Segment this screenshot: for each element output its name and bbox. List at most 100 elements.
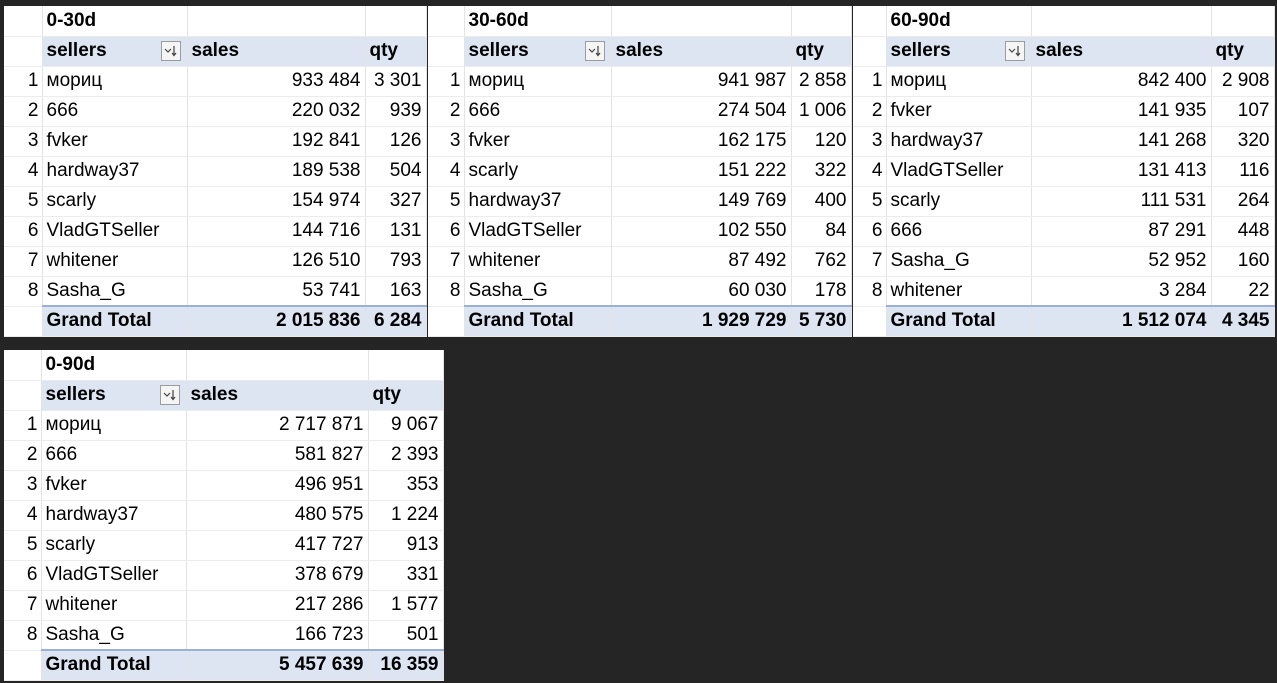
grand-total-sales[interactable]: 2 015 836 (187, 305, 366, 337)
sales-cell[interactable]: 87 291 (1031, 216, 1212, 247)
qty-cell[interactable]: 504 (365, 156, 427, 187)
sales-header[interactable]: sales (1031, 36, 1212, 67)
qty-cell[interactable]: 116 (1211, 156, 1275, 187)
sales-cell[interactable]: 141 935 (1031, 96, 1212, 127)
qty-cell[interactable]: 160 (1211, 246, 1275, 277)
seller-cell[interactable]: fvker (464, 126, 612, 157)
sort-filter-button[interactable] (160, 41, 181, 61)
qty-cell[interactable]: 9 067 (368, 410, 444, 441)
seller-cell[interactable]: VladGTSeller (886, 156, 1032, 187)
qty-cell[interactable]: 501 (368, 620, 444, 651)
qty-header[interactable]: qty (1211, 36, 1275, 67)
seller-cell[interactable]: fvker (41, 470, 187, 501)
sales-cell[interactable]: 2 717 871 (186, 410, 369, 441)
seller-cell[interactable]: мориц (41, 410, 187, 441)
seller-cell[interactable]: hardway37 (41, 500, 187, 531)
qty-cell[interactable]: 1 577 (368, 590, 444, 621)
pivot-title[interactable]: 0-90d (41, 350, 187, 381)
sellers-header[interactable]: sellers (464, 36, 612, 67)
qty-cell[interactable]: 1 006 (791, 96, 852, 127)
qty-cell[interactable]: 793 (365, 246, 427, 277)
qty-cell[interactable]: 322 (791, 156, 852, 187)
seller-cell[interactable]: 666 (886, 216, 1032, 247)
sales-cell[interactable]: 217 286 (186, 590, 369, 621)
sales-cell[interactable]: 141 268 (1031, 126, 1212, 157)
sales-cell[interactable]: 131 413 (1031, 156, 1212, 187)
sales-cell[interactable]: 378 679 (186, 560, 369, 591)
qty-cell[interactable]: 131 (365, 216, 427, 247)
qty-cell[interactable]: 327 (365, 186, 427, 217)
sales-header[interactable]: sales (611, 36, 792, 67)
seller-cell[interactable]: 666 (42, 96, 188, 127)
grand-total-qty[interactable]: 6 284 (365, 305, 427, 337)
grand-total-label[interactable]: Grand Total (886, 305, 1032, 337)
sellers-header[interactable]: sellers (42, 36, 188, 67)
seller-cell[interactable]: scarly (464, 156, 612, 187)
grand-total-qty[interactable]: 4 345 (1211, 305, 1275, 337)
sort-filter-button[interactable] (1004, 41, 1025, 61)
qty-cell[interactable]: 762 (791, 246, 852, 277)
sales-cell[interactable]: 102 550 (611, 216, 792, 247)
grand-total-sales[interactable]: 5 457 639 (186, 649, 369, 681)
grand-total-sales[interactable]: 1 929 729 (611, 305, 792, 337)
sales-cell[interactable]: 111 531 (1031, 186, 1212, 217)
sales-cell[interactable]: 496 951 (186, 470, 369, 501)
qty-cell[interactable]: 913 (368, 530, 444, 561)
sellers-header[interactable]: sellers (886, 36, 1032, 67)
seller-cell[interactable]: Sasha_G (41, 620, 187, 651)
grand-total-qty[interactable]: 16 359 (368, 649, 444, 681)
grand-total-qty[interactable]: 5 730 (791, 305, 852, 337)
seller-cell[interactable]: scarly (42, 186, 188, 217)
qty-cell[interactable]: 2 858 (791, 66, 852, 97)
sales-cell[interactable]: 87 492 (611, 246, 792, 277)
seller-cell[interactable]: whitener (41, 590, 187, 621)
qty-cell[interactable]: 178 (791, 276, 852, 307)
sales-cell[interactable]: 220 032 (187, 96, 366, 127)
seller-cell[interactable]: hardway37 (42, 156, 188, 187)
qty-cell[interactable]: 331 (368, 560, 444, 591)
qty-cell[interactable]: 120 (791, 126, 852, 157)
sales-cell[interactable]: 189 538 (187, 156, 366, 187)
sales-cell[interactable]: 126 510 (187, 246, 366, 277)
sales-cell[interactable]: 274 504 (611, 96, 792, 127)
grand-total-label[interactable]: Grand Total (42, 305, 188, 337)
qty-header[interactable]: qty (365, 36, 427, 67)
sales-cell[interactable]: 53 741 (187, 276, 366, 307)
sales-cell[interactable]: 166 723 (186, 620, 369, 651)
qty-cell[interactable]: 22 (1211, 276, 1275, 307)
sales-cell[interactable]: 60 030 (611, 276, 792, 307)
qty-cell[interactable]: 353 (368, 470, 444, 501)
qty-cell[interactable]: 1 224 (368, 500, 444, 531)
qty-cell[interactable]: 126 (365, 126, 427, 157)
qty-cell[interactable]: 107 (1211, 96, 1275, 127)
seller-cell[interactable]: whitener (42, 246, 188, 277)
qty-header[interactable]: qty (368, 380, 444, 411)
seller-cell[interactable]: VladGTSeller (42, 216, 188, 247)
sales-cell[interactable]: 581 827 (186, 440, 369, 471)
seller-cell[interactable]: hardway37 (464, 186, 612, 217)
sellers-header[interactable]: sellers (41, 380, 187, 411)
seller-cell[interactable]: мориц (886, 66, 1032, 97)
grand-total-label[interactable]: Grand Total (464, 305, 612, 337)
qty-cell[interactable]: 3 301 (365, 66, 427, 97)
seller-cell[interactable]: VladGTSeller (464, 216, 612, 247)
seller-cell[interactable]: scarly (41, 530, 187, 561)
sales-cell[interactable]: 941 987 (611, 66, 792, 97)
sales-cell[interactable]: 480 575 (186, 500, 369, 531)
seller-cell[interactable]: hardway37 (886, 126, 1032, 157)
sales-cell[interactable]: 149 769 (611, 186, 792, 217)
seller-cell[interactable]: Sasha_G (886, 246, 1032, 277)
sales-cell[interactable]: 52 952 (1031, 246, 1212, 277)
sales-cell[interactable]: 842 400 (1031, 66, 1212, 97)
seller-cell[interactable]: мориц (42, 66, 188, 97)
qty-cell[interactable]: 163 (365, 276, 427, 307)
grand-total-label[interactable]: Grand Total (41, 649, 187, 681)
sales-cell[interactable]: 144 716 (187, 216, 366, 247)
qty-cell[interactable]: 320 (1211, 126, 1275, 157)
sales-cell[interactable]: 3 284 (1031, 276, 1212, 307)
sort-filter-button[interactable] (584, 41, 605, 61)
qty-cell[interactable]: 400 (791, 186, 852, 217)
sales-cell[interactable]: 151 222 (611, 156, 792, 187)
qty-cell[interactable]: 2 393 (368, 440, 444, 471)
seller-cell[interactable]: 666 (464, 96, 612, 127)
